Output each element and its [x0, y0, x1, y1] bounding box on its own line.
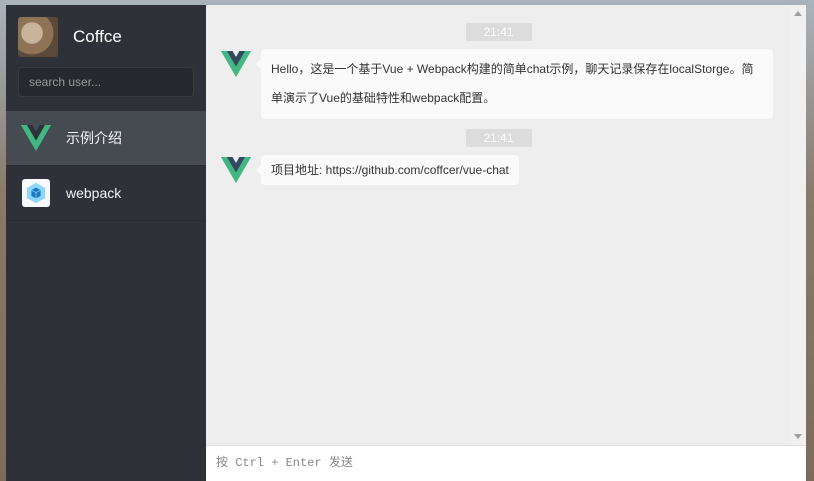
vue-logo-icon	[21, 123, 51, 153]
search-box	[18, 67, 194, 97]
message-bubble: Hello，这是一个基于Vue + Webpack构建的简单chat示例，聊天记…	[256, 49, 773, 119]
vue-logo-icon	[221, 155, 251, 185]
message-row: 项目地址: https://github.com/coffcer/vue-cha…	[221, 155, 776, 185]
search-input[interactable]	[18, 67, 194, 97]
user-item-intro[interactable]: 示例介绍	[6, 111, 206, 166]
message-group: 21:41 Hello，这是一个基于Vue + Webpack构建的简单chat…	[221, 23, 776, 119]
message-input[interactable]	[206, 446, 806, 481]
profile-row: Coffce	[18, 17, 194, 57]
user-list: 示例介绍 webpack	[6, 111, 206, 221]
composer	[206, 445, 806, 481]
user-name: webpack	[66, 185, 122, 201]
chat-main: 21:41 Hello，这是一个基于Vue + Webpack构建的简单chat…	[206, 5, 806, 481]
webpack-logo-icon	[21, 178, 51, 208]
scroll-up-icon[interactable]	[794, 11, 802, 16]
message-time: 21:41	[465, 23, 532, 41]
profile-name: Coffce	[73, 27, 122, 46]
message-group: 21:41 项目地址: https://github.com/coffcer/v…	[221, 129, 776, 185]
scrollbar[interactable]	[790, 5, 806, 445]
webpack-logo-box	[22, 179, 50, 207]
time-wrap: 21:41	[221, 129, 776, 147]
user-item-webpack[interactable]: webpack	[6, 166, 206, 221]
time-wrap: 21:41	[221, 23, 776, 41]
message-list[interactable]: 21:41 Hello，这是一个基于Vue + Webpack构建的简单chat…	[206, 5, 806, 445]
message-time: 21:41	[465, 129, 532, 147]
vue-logo-icon	[221, 49, 251, 79]
sidebar: Coffce 示例介绍	[6, 5, 206, 481]
user-photo-avatar[interactable]	[18, 17, 58, 57]
chat-window: Coffce 示例介绍	[6, 5, 806, 481]
profile-section: Coffce	[6, 5, 206, 97]
scroll-down-icon[interactable]	[794, 434, 802, 439]
message-bubble: 项目地址: https://github.com/coffcer/vue-cha…	[256, 155, 519, 185]
user-name: 示例介绍	[66, 130, 122, 146]
message-row: Hello，这是一个基于Vue + Webpack构建的简单chat示例，聊天记…	[221, 49, 776, 119]
